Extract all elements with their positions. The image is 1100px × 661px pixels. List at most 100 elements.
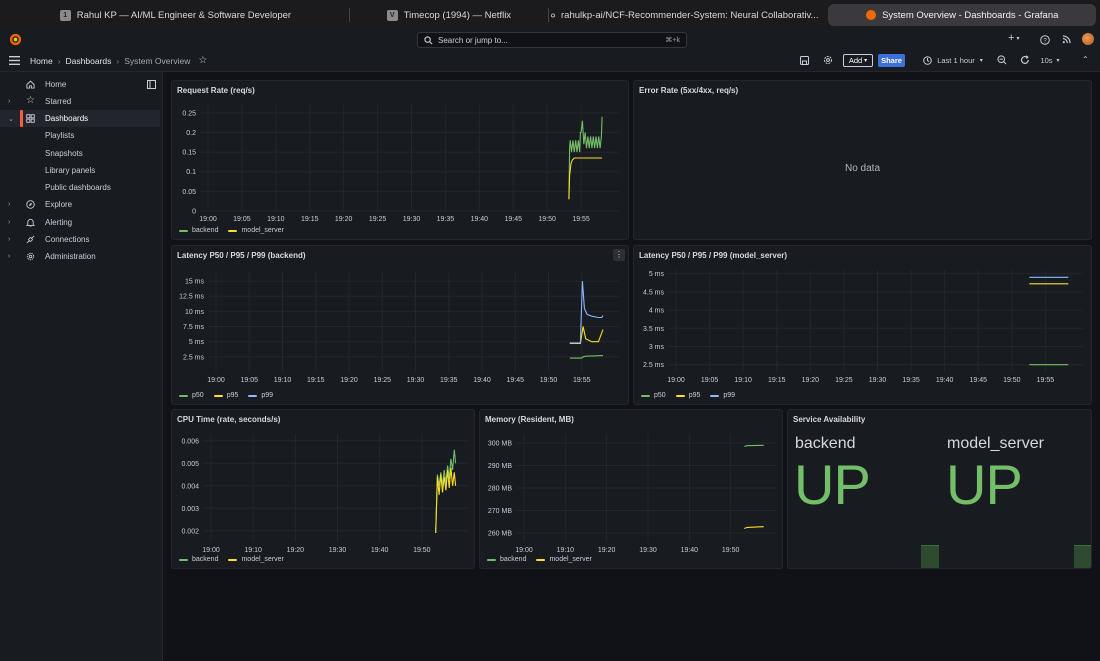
sidebar-item-alerting[interactable]: › Alerting [0, 214, 160, 231]
panel-cpu-time[interactable]: CPU Time (rate, seconds/s) 0.006 0.005 0.0… [171, 409, 475, 569]
menu-icon[interactable] [9, 56, 20, 65]
x-tick-label: 19:30 [407, 377, 425, 384]
chevron-down-icon[interactable]: ⌄ [8, 115, 14, 123]
breadcrumb-dashboards[interactable]: Dashboards [66, 56, 112, 66]
refresh-icon[interactable] [1020, 55, 1030, 65]
legend-swatch [675, 394, 685, 397]
legend-item-p95[interactable]: p95 [213, 392, 238, 399]
sidebar-item-explore[interactable]: › Explore [0, 196, 160, 213]
refresh-interval-picker[interactable]: 10s ▾ [1036, 54, 1064, 67]
legend-item-model_server[interactable]: model_server [228, 227, 284, 234]
legend-swatch [641, 394, 650, 397]
y-tick-label: 270 MB [488, 508, 512, 515]
share-button[interactable]: Share [878, 54, 905, 67]
browser-tab-1[interactable]: 1 Rahul KP — AI/ML Engineer & Software D… [4, 4, 347, 26]
new-button[interactable]: + ▾ [1008, 32, 1019, 44]
y-tick-label: 4.5 ms [643, 289, 665, 296]
chart-legend: p50 p95 p99 [641, 392, 735, 399]
legend-item-p95[interactable]: p95 [675, 392, 700, 399]
refresh-interval-label: 10s [1040, 56, 1053, 65]
panel-request-rate[interactable]: Request Rate (req/s) 0.25 0.2 0.15 0.1 0.05 0… [171, 80, 629, 240]
legend-item-model_server[interactable]: model_server [536, 556, 592, 563]
chevron-right-icon[interactable]: › [8, 253, 10, 260]
avatar[interactable] [1082, 33, 1094, 45]
sidebar-item-administration[interactable]: › Administration [0, 248, 160, 265]
chevron-right-icon[interactable]: › [8, 236, 10, 243]
sidebar-item-snapshots[interactable]: Snapshots [0, 145, 160, 162]
legend-item-model_server[interactable]: model_server [228, 556, 284, 563]
sidebar-item-starred[interactable]: › ☆ Starred [0, 93, 160, 110]
grafana-logo-icon[interactable] [9, 33, 22, 46]
x-tick-label: 19:50 [538, 216, 556, 223]
sidebar-item-dashboards[interactable]: ⌄ Dashboards [0, 110, 160, 127]
chevron-down-icon: ▾ [1016, 35, 1020, 42]
sidebar-item-connections[interactable]: › Connections [0, 231, 160, 248]
tab-title: Rahul KP — AI/ML Engineer & Software Dev… [76, 9, 292, 21]
series-line-p95 [569, 326, 604, 345]
browser-tab-4[interactable]: System Overview - Dashboards - Grafana [828, 4, 1096, 26]
y-tick-label: 0.15 [182, 150, 196, 157]
y-tick-label: 2.5 ms [183, 354, 205, 361]
tab-divider [547, 8, 549, 22]
breadcrumb-home[interactable]: Home [30, 56, 53, 66]
sidebar-item-playlists[interactable]: Playlists [0, 127, 160, 144]
legend-item-p99[interactable]: p99 [248, 392, 273, 399]
y-tick-label: 0.2 [186, 130, 196, 137]
latency-model-chart: 5 ms 4.5 ms 4 ms 3.5 ms 3 ms 2.5 ms 19:00 19:05… [643, 270, 1083, 384]
panel-latency-model-server[interactable]: Latency P50 / P95 / P99 (model_server) 5… [633, 245, 1092, 405]
home-icon [26, 80, 35, 89]
x-tick-label: 19:40 [681, 547, 699, 554]
sidebar-item-library-panels[interactable]: Library panels [0, 162, 160, 179]
collapse-up-icon[interactable]: ⌃ [1082, 55, 1089, 64]
chart-legend: backend model_server [487, 556, 592, 563]
legend-item-p50[interactable]: p50 [179, 392, 204, 399]
sparkline-backend [921, 545, 939, 568]
save-icon[interactable] [800, 56, 809, 65]
sidebar-item-label: Library panels [45, 166, 96, 175]
browser-tab-2[interactable]: V Timecop (1994) — Netflix [352, 4, 546, 26]
series-line-p99 [569, 281, 604, 344]
y-tick-label: 3.5 ms [643, 326, 665, 333]
zoom-out-icon[interactable] [997, 55, 1007, 65]
panel-service-availability[interactable]: Service Availability backend UP model_se… [787, 409, 1092, 569]
legend-item-backend[interactable]: backend [179, 556, 218, 563]
x-tick-label: 19:15 [301, 216, 319, 223]
sidebar-item-label: Home [45, 80, 67, 89]
legend-item-p99[interactable]: p99 [710, 392, 735, 399]
y-tick-label: 0.25 [182, 110, 196, 117]
grafana-icon [866, 10, 877, 20]
x-tick-label: 19:25 [373, 377, 391, 384]
legend-item-backend[interactable]: backend [179, 227, 218, 234]
legend-swatch [536, 558, 546, 561]
sidebar-item-home[interactable]: Home [0, 76, 160, 93]
chevron-right-icon[interactable]: › [8, 219, 10, 226]
rss-icon[interactable] [1062, 35, 1071, 44]
breadcrumb-current: System Overview [124, 55, 191, 66]
search-input[interactable]: Search or jump to... ⌘+k [417, 32, 687, 48]
panel-error-rate[interactable]: Error Rate (5xx/4xx, req/s) No data [633, 80, 1092, 240]
sidebar-item-label: Administration [45, 252, 96, 261]
chevron-down-icon: ▾ [1056, 58, 1060, 64]
x-tick-label: 19:40 [371, 547, 389, 554]
sidebar-item-public-dashboards[interactable]: Public dashboards [0, 179, 160, 196]
legend-swatch [228, 558, 238, 561]
plus-icon: + [1008, 32, 1015, 44]
chevron-right-icon[interactable]: › [8, 201, 10, 208]
chevron-right-icon[interactable]: › [8, 98, 10, 105]
legend-item-backend[interactable]: backend [487, 556, 526, 563]
panel-latency-backend[interactable]: Latency P50 / P95 / P99 (backend) ⋮ 15 m… [171, 245, 629, 405]
series-line-model_server [744, 526, 764, 530]
help-icon[interactable]: ? [1040, 35, 1050, 45]
x-tick-label: 19:30 [869, 377, 887, 384]
browser-tab-3[interactable]: rahulkp-ai/NCF-Recommender-System: Neura… [551, 4, 818, 26]
add-button[interactable]: Add ▾ [843, 54, 873, 67]
panel-memory[interactable]: Memory (Resident, MB) 300 MB 290 MB 280 MB… [479, 409, 783, 569]
settings-gear-icon[interactable] [823, 55, 833, 65]
y-tick-label: 0.002 [181, 528, 199, 535]
x-tick-label: 19:20 [802, 377, 820, 384]
star-icon[interactable]: ☆ [198, 55, 207, 66]
breadcrumb: Home › Dashboards › System Overview ☆ [30, 55, 207, 66]
service-status-backend: UP [794, 453, 871, 516]
time-range-picker[interactable]: Last 1 hour ▾ [918, 54, 988, 67]
legend-item-p50[interactable]: p50 [641, 392, 666, 399]
